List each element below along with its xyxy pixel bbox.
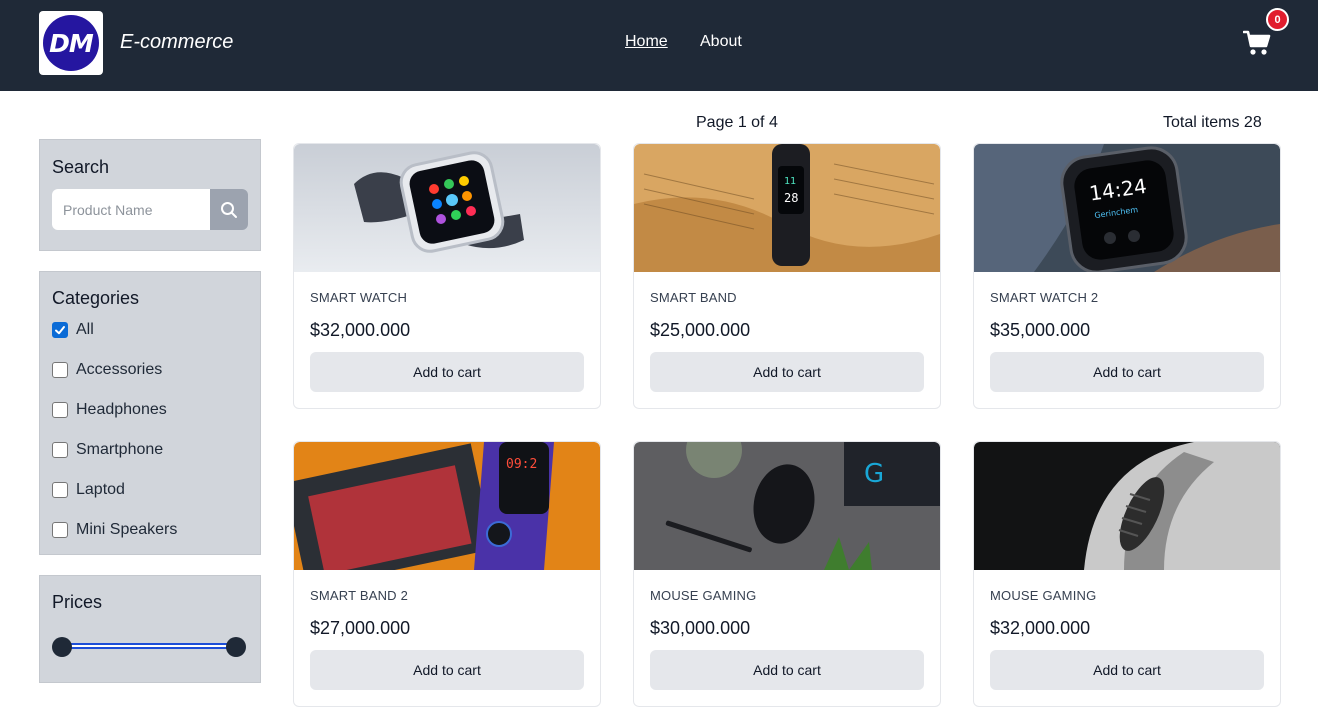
product-name: SMART WATCH: [310, 290, 408, 305]
add-to-cart-button[interactable]: Add to cart: [650, 352, 924, 392]
nav-about[interactable]: About: [700, 33, 742, 51]
check-icon: [55, 326, 65, 335]
add-to-cart-button[interactable]: Add to cart: [990, 650, 1264, 690]
category-laptod[interactable]: Laptod: [52, 481, 125, 499]
product-card[interactable]: SMART WATCH $32,000.000 Add to cart: [293, 143, 601, 409]
price-min-handle[interactable]: [52, 637, 72, 657]
logo-badge: DM: [43, 15, 99, 71]
add-to-cart-button[interactable]: Add to cart: [310, 352, 584, 392]
product-image[interactable]: 09:2: [294, 442, 600, 570]
checkbox-laptod[interactable]: [52, 482, 68, 498]
smart-band-image: 11 28: [634, 144, 940, 272]
brand-name[interactable]: E-commerce: [120, 31, 233, 54]
product-price: $35,000.000: [990, 320, 1091, 340]
product-image[interactable]: G: [634, 442, 940, 570]
search-title: Search: [52, 157, 110, 177]
category-mini-speakers[interactable]: Mini Speakers: [52, 521, 177, 539]
search-panel: Search: [39, 139, 261, 251]
mouse-gaming-2-image: [974, 442, 1280, 570]
price-range-track[interactable]: [62, 643, 236, 649]
product-price: $32,000.000: [990, 618, 1091, 638]
checkbox-accessories[interactable]: [52, 362, 68, 378]
prices-panel: Prices: [39, 575, 261, 683]
add-to-cart-button[interactable]: Add to cart: [310, 650, 584, 690]
product-card[interactable]: 14:24 Gerinchem SMART WATCH 2 $35,000.00…: [973, 143, 1281, 409]
product-card[interactable]: 09:2 SMART BAND 2 $27,000.000 Add to car…: [293, 441, 601, 707]
product-price: $32,000.000: [310, 320, 411, 340]
add-to-cart-button[interactable]: Add to cart: [990, 352, 1264, 392]
category-label: Headphones: [76, 401, 167, 418]
logo[interactable]: DM: [39, 11, 103, 75]
categories-title: Categories: [52, 288, 140, 308]
add-to-cart-button[interactable]: Add to cart: [650, 650, 924, 690]
category-label: Mini Speakers: [76, 521, 178, 538]
checkbox-mini-speakers[interactable]: [52, 522, 68, 538]
page-indicator: Page 1 of 4: [696, 114, 778, 131]
category-all[interactable]: All: [52, 321, 94, 339]
product-name: SMART WATCH 2: [990, 290, 1099, 305]
product-image[interactable]: [294, 144, 600, 272]
category-label: Accessories: [76, 361, 163, 378]
product-name: SMART BAND: [650, 290, 737, 305]
product-price: $25,000.000: [650, 320, 751, 340]
category-label: All: [76, 321, 94, 338]
price-max-handle[interactable]: [226, 637, 246, 657]
cart-count-badge: 0: [1266, 8, 1289, 31]
search-icon: [221, 201, 237, 218]
product-image[interactable]: [974, 442, 1280, 570]
search-input[interactable]: [52, 189, 212, 230]
categories-panel: Categories All Accessories Headphones Sm…: [39, 271, 261, 555]
category-accessories[interactable]: Accessories: [52, 361, 162, 379]
smart-watch-image: [294, 144, 600, 272]
checkbox-headphones[interactable]: [52, 402, 68, 418]
product-image[interactable]: 14:24 Gerinchem: [974, 144, 1280, 272]
product-name: MOUSE GAMING: [650, 588, 757, 603]
prices-title: Prices: [52, 592, 103, 612]
mouse-gaming-image: G: [634, 442, 940, 570]
product-name: SMART BAND 2: [310, 588, 409, 603]
smart-band-2-image: 09:2: [294, 442, 600, 570]
product-price: $30,000.000: [650, 618, 751, 638]
product-price: $27,000.000: [310, 618, 411, 638]
product-card[interactable]: G MOUSE GAMING $30,000.000 Add to cart: [633, 441, 941, 707]
category-headphones[interactable]: Headphones: [52, 401, 167, 419]
cart-icon[interactable]: [1243, 30, 1271, 56]
category-smartphone[interactable]: Smartphone: [52, 441, 163, 459]
svg-text:28: 28: [784, 191, 798, 205]
product-name: MOUSE GAMING: [990, 588, 1097, 603]
svg-text:G: G: [864, 459, 884, 489]
nav-home[interactable]: Home: [625, 33, 668, 51]
category-label: Laptod: [76, 481, 125, 498]
smart-watch-2-image: 14:24 Gerinchem: [974, 144, 1280, 272]
product-card[interactable]: 11 28 SMART BAND $25,000.000 Add to cart: [633, 143, 941, 409]
checkbox-all[interactable]: [52, 322, 68, 338]
product-card[interactable]: MOUSE GAMING $32,000.000 Add to cart: [973, 441, 1281, 707]
total-items: Total items 28: [1163, 114, 1262, 131]
svg-text:11: 11: [784, 176, 796, 187]
search-button[interactable]: [210, 189, 248, 230]
top-navbar: DM E-commerce Home About 0: [0, 0, 1318, 91]
category-label: Smartphone: [76, 441, 164, 458]
svg-text:09:2: 09:2: [506, 457, 537, 472]
product-image[interactable]: 11 28: [634, 144, 940, 272]
checkbox-smartphone[interactable]: [52, 442, 68, 458]
logo-text: DM: [49, 28, 94, 58]
